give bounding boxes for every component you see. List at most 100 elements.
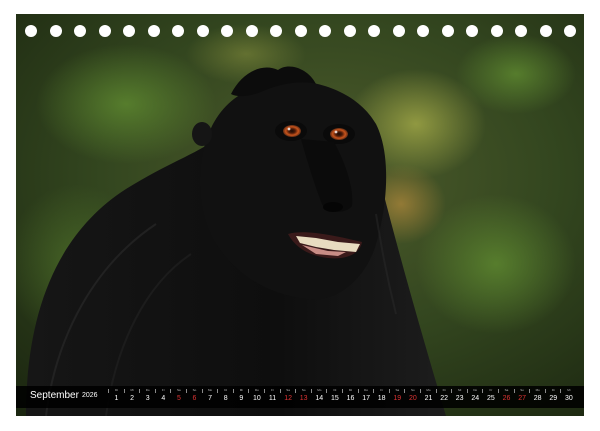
binding-hole xyxy=(245,25,258,37)
weekday-label: Sa xyxy=(286,388,290,392)
day-cell: So 27 xyxy=(513,388,530,405)
day-cell: Fr 11 xyxy=(264,388,280,405)
weekday-label: Mo xyxy=(317,388,322,392)
weekday-label: Fr xyxy=(380,388,384,392)
day-cell: Di 22 xyxy=(435,388,452,405)
day-cell: Mo 21 xyxy=(420,388,436,405)
weekday-label: Di xyxy=(333,388,337,392)
binding-hole xyxy=(172,25,184,37)
day-cell: So 13 xyxy=(295,388,311,405)
binding-holes xyxy=(16,14,584,50)
binding-hole xyxy=(196,25,209,37)
weekday-label: Di xyxy=(551,388,555,392)
binding-hole xyxy=(515,25,527,37)
day-cell: Do 3 xyxy=(139,388,155,405)
day-cell: Mo 28 xyxy=(529,388,545,405)
day-number: 19 xyxy=(393,395,402,402)
day-number: 13 xyxy=(299,395,308,402)
binding-hole xyxy=(294,25,307,37)
day-number: 6 xyxy=(192,395,197,402)
weekday-label: Mi xyxy=(458,388,462,392)
binding-hole xyxy=(564,25,576,37)
day-cell: Sa 12 xyxy=(279,388,296,405)
day-number: 3 xyxy=(145,395,150,402)
weekday-label: Di xyxy=(224,388,228,392)
binding-hole xyxy=(49,25,62,37)
weekday-label: Mi xyxy=(130,388,134,392)
weekday-label: Di xyxy=(442,388,446,392)
day-number: 27 xyxy=(518,395,526,402)
photo-black-macaque xyxy=(16,14,584,416)
weekday-label: Fr xyxy=(161,388,165,392)
weekday-label: Di xyxy=(115,388,118,392)
weekday-label: Sa xyxy=(177,388,181,392)
day-cell: Fr 25 xyxy=(482,388,498,405)
day-cell: So 6 xyxy=(186,388,202,405)
day-number: 17 xyxy=(362,395,370,402)
weekday-label: So xyxy=(520,388,524,392)
binding-hole xyxy=(25,25,37,37)
day-number: 24 xyxy=(471,395,480,402)
day-number: 26 xyxy=(502,395,511,402)
binding-hole xyxy=(343,25,356,37)
binding-hole xyxy=(270,25,282,37)
weekday-label: So xyxy=(411,388,415,392)
day-number: 4 xyxy=(161,395,166,402)
binding-hole xyxy=(319,25,331,37)
calendar-page: September 2026 Di 1 Mi 2 Do 3 Fr 4 Sa 5 So 6 Mo 7 Di 8 M… xyxy=(0,0,600,431)
binding-hole xyxy=(466,25,478,37)
day-cell: Mi 9 xyxy=(232,388,249,405)
binding-hole xyxy=(74,25,86,37)
weekday-label: Do xyxy=(473,388,478,392)
binding-hole xyxy=(221,25,233,37)
day-cell: Fr 18 xyxy=(373,388,389,405)
day-cell: Sa 5 xyxy=(170,388,186,405)
binding-hole xyxy=(539,25,552,37)
weekday-label: Mo xyxy=(535,388,540,392)
day-number: 22 xyxy=(440,395,448,402)
binding-hole xyxy=(147,25,160,37)
binding-hole xyxy=(441,25,454,37)
day-number: 12 xyxy=(284,395,292,402)
day-number: 2 xyxy=(130,395,135,402)
day-number: 30 xyxy=(564,395,573,402)
day-number: 8 xyxy=(223,395,228,402)
weekday-label: Do xyxy=(254,388,259,392)
weekday-label: Fr xyxy=(489,388,493,392)
day-number: 21 xyxy=(424,395,433,402)
day-cell: Mo 7 xyxy=(201,388,218,405)
day-cell: Di 15 xyxy=(326,388,342,405)
day-number: 11 xyxy=(268,395,277,402)
weekday-label: Mi xyxy=(239,388,243,392)
macaque-photo-image xyxy=(16,14,584,416)
day-cell: Sa 26 xyxy=(498,388,514,405)
day-number: 15 xyxy=(330,395,339,402)
day-number: 16 xyxy=(346,395,355,402)
weekday-label: Sa xyxy=(395,388,400,392)
day-cell: Sa 19 xyxy=(388,388,405,405)
weekday-label: Mi xyxy=(348,388,353,392)
day-cell: Mi 30 xyxy=(560,388,576,405)
binding-hole xyxy=(490,25,503,37)
day-number: 5 xyxy=(176,395,181,402)
day-cell: Di 1 xyxy=(108,388,124,405)
day-cell: Mi 16 xyxy=(342,388,358,405)
day-number: 9 xyxy=(239,395,244,402)
year-label: 2026 xyxy=(82,392,98,399)
day-number: 20 xyxy=(408,395,417,402)
weekday-label: Mo xyxy=(208,388,213,392)
binding-hole xyxy=(417,25,429,37)
day-cell: Do 10 xyxy=(248,388,264,405)
day-number: 23 xyxy=(455,395,464,402)
day-cell: Do 24 xyxy=(466,388,483,405)
day-cell: Do 17 xyxy=(357,388,374,405)
day-cell: So 20 xyxy=(404,388,420,405)
day-number: 28 xyxy=(533,395,542,402)
day-number: 18 xyxy=(377,395,386,402)
binding-hole xyxy=(368,25,380,37)
binding-hole xyxy=(392,25,405,37)
date-strip: September 2026 Di 1 Mi 2 Do 3 Fr 4 Sa 5 So 6 Mo 7 Di 8 M… xyxy=(16,386,584,408)
day-number: 1 xyxy=(114,395,119,402)
day-cell: Mi 23 xyxy=(451,388,467,405)
binding-hole xyxy=(123,25,135,37)
